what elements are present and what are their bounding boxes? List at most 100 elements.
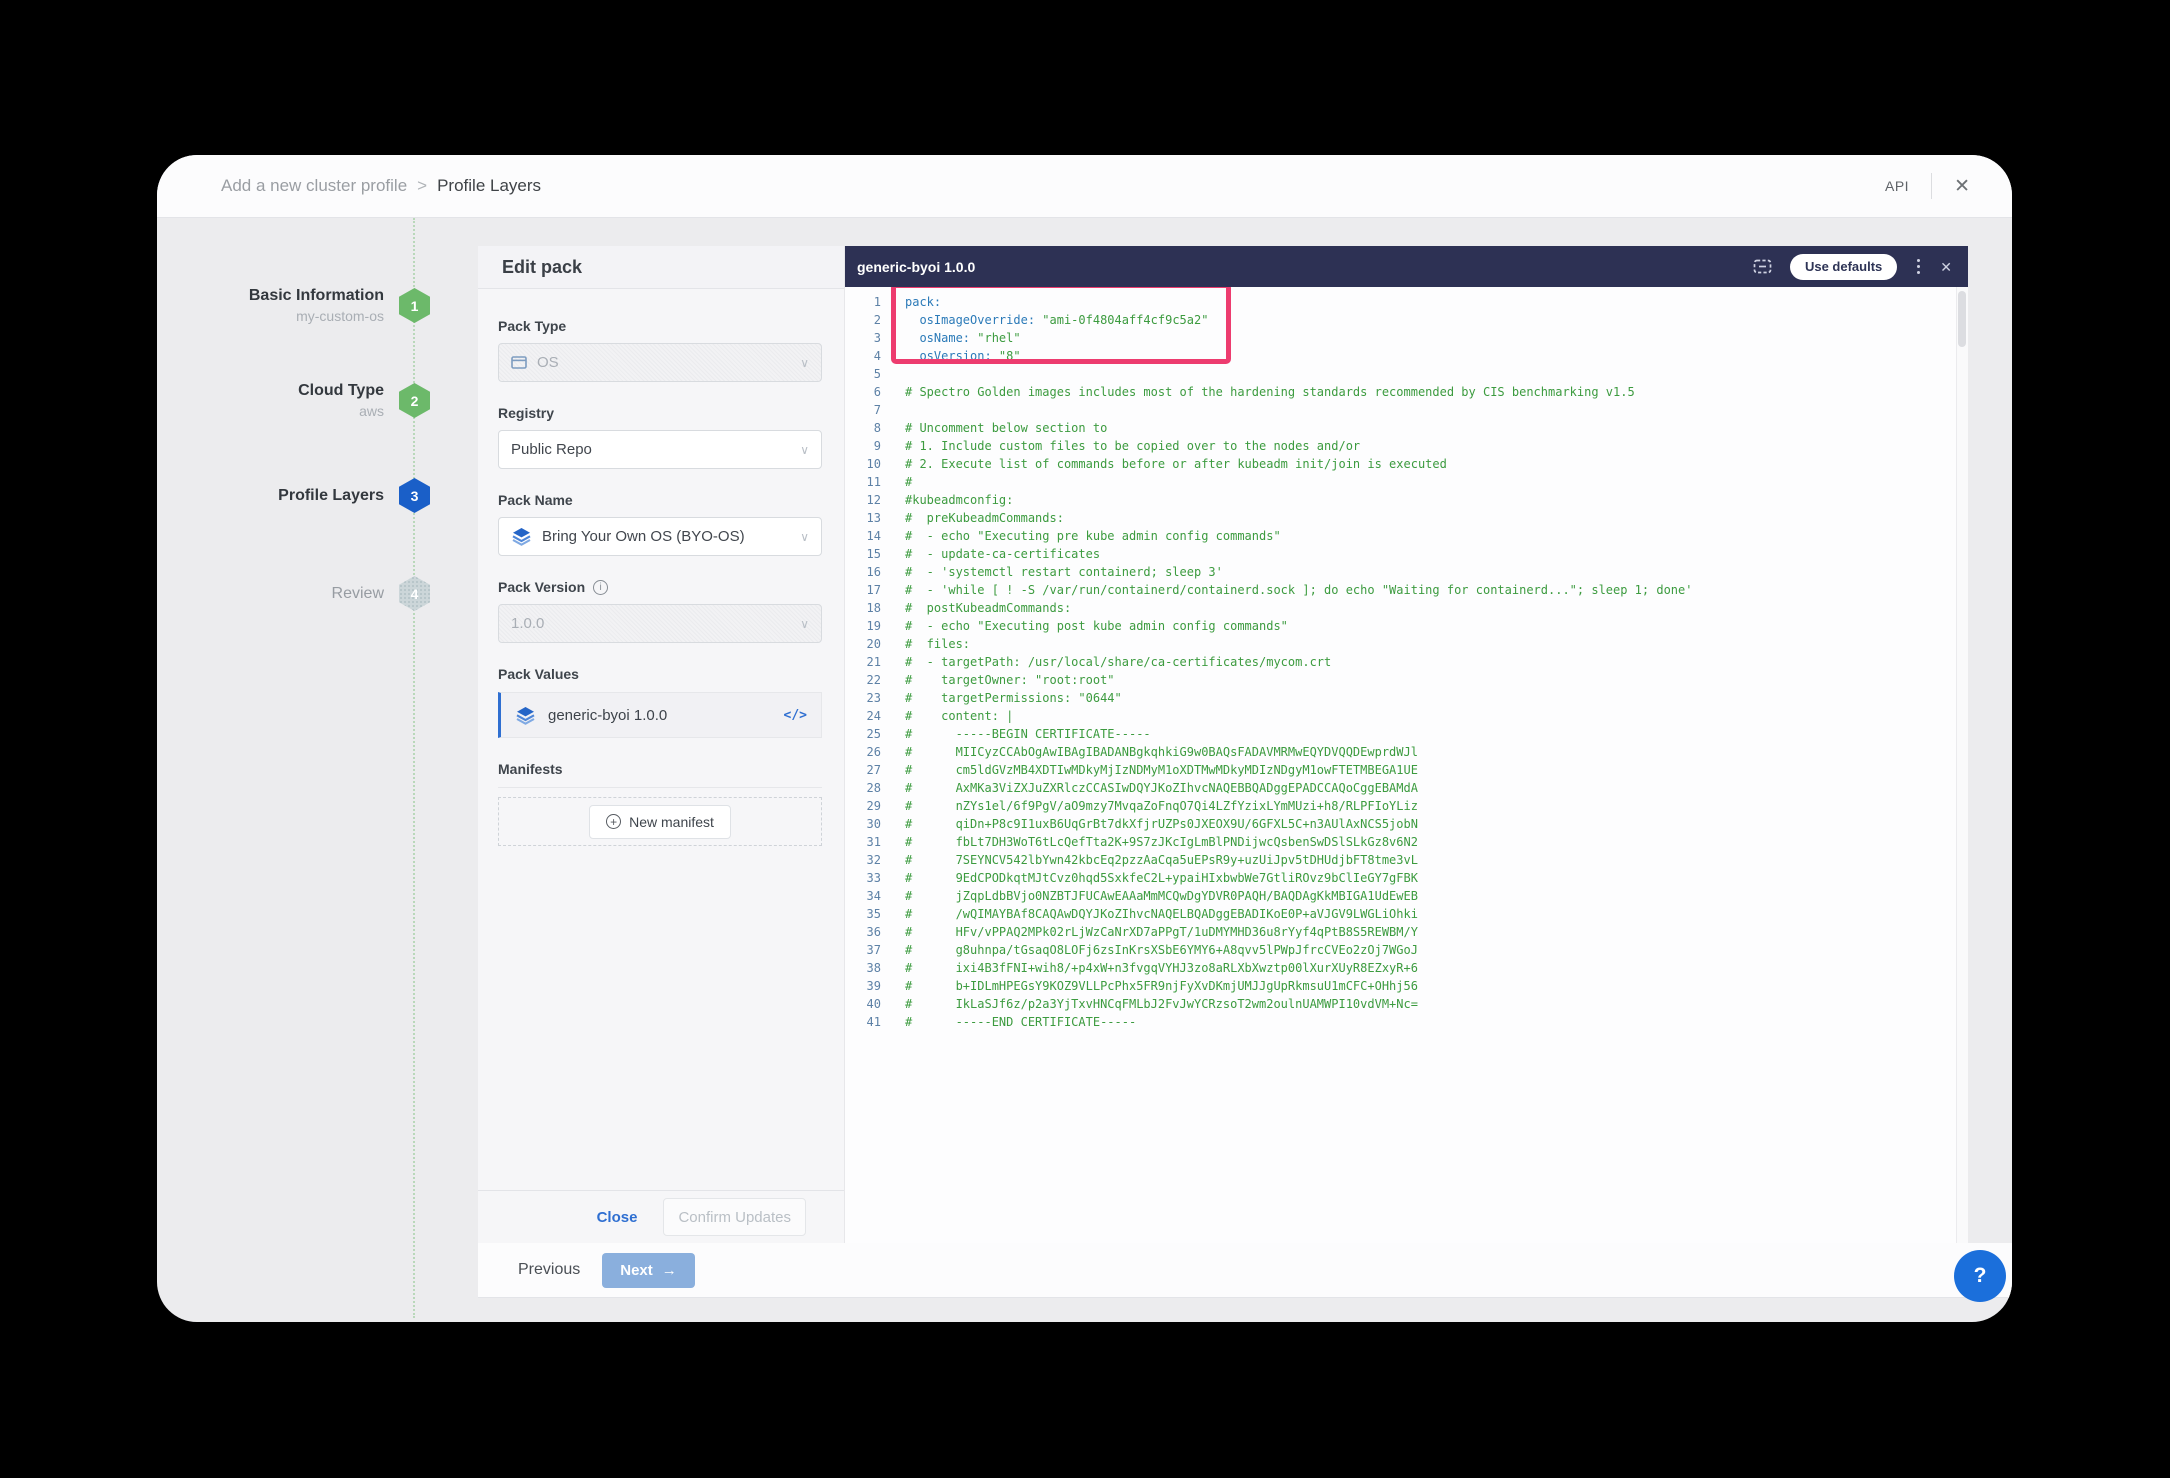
stepper-step-cloud-type[interactable]: Cloud Typeaws2 xyxy=(157,382,430,419)
pack-version-label: Pack Version i xyxy=(498,579,822,595)
line-number: 17 xyxy=(845,581,881,599)
chevron-down-icon: ∨ xyxy=(800,356,809,370)
breadcrumb-parent[interactable]: Add a new cluster profile xyxy=(221,176,407,196)
code-line: 38# ixi4B3fFNI+wih8/+p4xW+n3fvgqVYHJ3zo8… xyxy=(845,959,1968,977)
pack-type-select[interactable]: OS ∨ xyxy=(498,343,822,382)
pack-values-item[interactable]: generic-byoi 1.0.0 </> xyxy=(498,692,822,738)
code-text xyxy=(881,365,912,383)
help-button[interactable]: ? xyxy=(1954,1250,2006,1302)
code-text: # jZqpLdbBVjo0NZBTJFUCAwEAAaMmMCQwDgYDVR… xyxy=(881,887,1418,905)
step-sublabel: aws xyxy=(298,403,384,419)
expand-editor-icon[interactable] xyxy=(1753,259,1772,274)
edit-pack-title: Edit pack xyxy=(478,246,844,289)
code-text: osVersion: "8" xyxy=(881,347,1021,365)
kebab-menu-icon[interactable] xyxy=(1915,257,1922,276)
code-lines: 1pack:2 osImageOverride: "ami-0f4804aff4… xyxy=(845,287,1968,1031)
code-text: # IkLaSJf6z/p2a3YjTxvHNCqFMLbJ2FvJwYCRzs… xyxy=(881,995,1418,1013)
code-line: 16# - 'systemctl restart containerd; sle… xyxy=(845,563,1968,581)
line-number: 28 xyxy=(845,779,881,797)
line-number: 34 xyxy=(845,887,881,905)
line-number: 19 xyxy=(845,617,881,635)
editor-scrollbar-thumb[interactable] xyxy=(1958,291,1966,347)
line-number: 20 xyxy=(845,635,881,653)
code-line: 32# 7SEYNCV542lbYwn42kbcEq2pzzAaCqa5uEPs… xyxy=(845,851,1968,869)
registry-value: Public Repo xyxy=(511,441,592,458)
code-line: 2 osImageOverride: "ami-0f4804aff4cf9c5a… xyxy=(845,311,1968,329)
code-line: 23# targetPermissions: "0644" xyxy=(845,689,1968,707)
line-number: 40 xyxy=(845,995,881,1013)
code-text: osName: "rhel" xyxy=(881,329,1021,347)
code-text: osImageOverride: "ami-0f4804aff4cf9c5a2" xyxy=(881,311,1208,329)
editor-content[interactable]: 1pack:2 osImageOverride: "ami-0f4804aff4… xyxy=(845,287,1968,1243)
code-text: # - 'while [ ! -S /var/run/containerd/co… xyxy=(881,581,1692,599)
editor-actions: Use defaults ✕ xyxy=(1753,254,1952,280)
code-line: 37# g8uhnpa/tGsaqO8LOFj6zsInKrsXSbE6YMY6… xyxy=(845,941,1968,959)
code-text: # 7SEYNCV542lbYwn42kbcEq2pzzAaCqa5uEPsR9… xyxy=(881,851,1418,869)
pack-name-select[interactable]: Bring Your Own OS (BYO-OS) ∨ xyxy=(498,517,822,556)
pack-version-label-text: Pack Version xyxy=(498,579,585,595)
chevron-down-icon: ∨ xyxy=(800,617,809,631)
registry-select[interactable]: Public Repo ∨ xyxy=(498,430,822,469)
code-text: # - targetPath: /usr/local/share/ca-cert… xyxy=(881,653,1331,671)
step-text: Profile Layers xyxy=(278,487,384,505)
line-number: 7 xyxy=(845,401,881,419)
code-text: # Uncomment below section to xyxy=(881,419,1107,437)
editor-title: generic-byoi 1.0.0 xyxy=(857,259,975,275)
pack-values-editor: generic-byoi 1.0.0 Use defaults ✕ 1pack:… xyxy=(845,246,1968,1243)
code-line: 13# preKubeadmCommands: xyxy=(845,509,1968,527)
line-number: 31 xyxy=(845,833,881,851)
line-number: 18 xyxy=(845,599,881,617)
line-number: 1 xyxy=(845,293,881,311)
pack-version-select[interactable]: 1.0.0 ∨ xyxy=(498,604,822,643)
use-defaults-button[interactable]: Use defaults xyxy=(1790,254,1897,280)
code-text: # AxMKa3ViZXJuZXRlczCCASIwDQYJKoZIhvcNAQ… xyxy=(881,779,1418,797)
os-window-icon xyxy=(511,356,527,369)
editor-close-icon[interactable]: ✕ xyxy=(1940,260,1952,274)
code-line: 28# AxMKa3ViZXJuZXRlczCCASIwDQYJKoZIhvcN… xyxy=(845,779,1968,797)
code-line: 22# targetOwner: "root:root" xyxy=(845,671,1968,689)
api-button[interactable]: API xyxy=(1885,178,1909,194)
step-label: Profile Layers xyxy=(278,487,384,505)
close-icon[interactable]: ✕ xyxy=(1954,177,1970,196)
new-manifest-button[interactable]: + New manifest xyxy=(589,805,731,839)
code-line: 1pack: xyxy=(845,293,1968,311)
line-number: 15 xyxy=(845,545,881,563)
line-number: 11 xyxy=(845,473,881,491)
line-number: 38 xyxy=(845,959,881,977)
stepper-step-review[interactable]: Review4 xyxy=(157,576,430,611)
screen: { "window": { "breadcrumb": { "parent": … xyxy=(0,0,2170,1478)
pack-layers-icon xyxy=(511,527,532,546)
code-text: # 9EdCPODkqtMJtCvz0hqd5SxkfeC2L+ypaiHIxb… xyxy=(881,869,1418,887)
manifests-label: Manifests xyxy=(498,761,822,777)
breadcrumb-separator: > xyxy=(417,176,427,196)
previous-button[interactable]: Previous xyxy=(518,1261,580,1279)
line-number: 3 xyxy=(845,329,881,347)
code-editor-icon[interactable]: </> xyxy=(784,708,807,723)
code-line: 8# Uncomment below section to xyxy=(845,419,1968,437)
info-icon[interactable]: i xyxy=(593,580,608,595)
close-button[interactable]: Close xyxy=(597,1209,638,1226)
stepper-step-profile-layers[interactable]: Profile Layers3 xyxy=(157,478,430,513)
code-line: 18# postKubeadmCommands: xyxy=(845,599,1968,617)
header-actions: API ✕ xyxy=(1885,173,1970,199)
code-line: 6# Spectro Golden images includes most o… xyxy=(845,383,1968,401)
code-text: # cm5ldGVzMB4XDTIwMDkyMjIzNDMyM1oXDTMwMD… xyxy=(881,761,1418,779)
code-line: 7 xyxy=(845,401,1968,419)
stepper-step-basic-information[interactable]: Basic Informationmy-custom-os1 xyxy=(157,287,430,324)
chevron-down-icon: ∨ xyxy=(800,443,809,457)
code-text: # - echo "Executing post kube admin conf… xyxy=(881,617,1288,635)
editor-scrollbar xyxy=(1956,287,1968,1243)
confirm-updates-button[interactable]: Confirm Updates xyxy=(663,1198,806,1236)
line-number: 36 xyxy=(845,923,881,941)
code-text: # -----BEGIN CERTIFICATE----- xyxy=(881,725,1151,743)
code-line: 26# MIICyzCCAbOgAwIBAgIBADANBgkqhkiG9w0B… xyxy=(845,743,1968,761)
line-number: 26 xyxy=(845,743,881,761)
code-line: 34# jZqpLdbBVjo0NZBTJFUCAwEAAaMmMCQwDgYD… xyxy=(845,887,1968,905)
step-label: Basic Information xyxy=(249,287,384,305)
next-button[interactable]: Next → xyxy=(602,1253,695,1288)
code-line: 3 osName: "rhel" xyxy=(845,329,1968,347)
code-text: # 1. Include custom files to be copied o… xyxy=(881,437,1360,455)
pack-type-value: OS xyxy=(537,354,559,371)
next-button-label: Next xyxy=(620,1262,653,1279)
code-line: 19# - echo "Executing post kube admin co… xyxy=(845,617,1968,635)
